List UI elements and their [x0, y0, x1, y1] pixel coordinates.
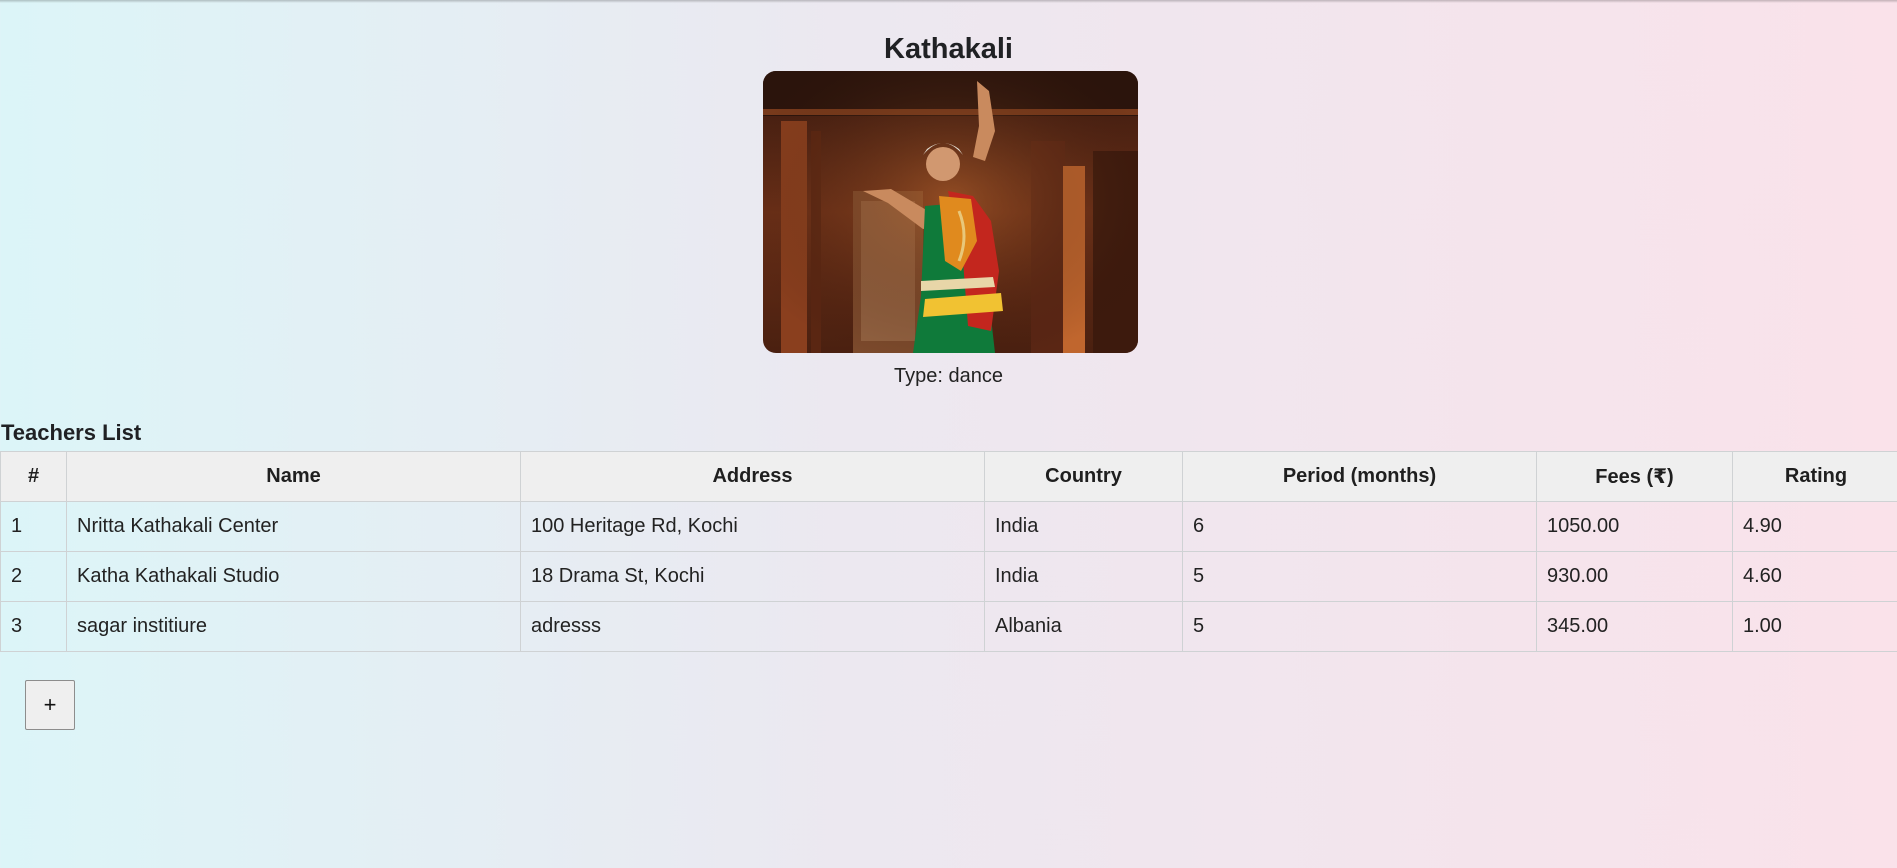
cell-period: 5 — [1182, 551, 1537, 602]
cell-period: 6 — [1182, 501, 1537, 552]
column-header-rating: Rating — [1732, 451, 1897, 502]
cell-fees: 1050.00 — [1536, 501, 1733, 552]
cell-period: 5 — [1182, 601, 1537, 652]
add-teacher-button[interactable]: + — [25, 680, 75, 730]
cell-address: 18 Drama St, Kochi — [520, 551, 985, 602]
cell-address: 100 Heritage Rd, Kochi — [520, 501, 985, 552]
cell-country: Albania — [984, 601, 1183, 652]
column-header-fees: Fees (₹) — [1536, 451, 1733, 502]
page-title: Kathakali — [884, 33, 1013, 65]
cell-country: India — [984, 501, 1183, 552]
top-shadow — [0, 0, 1897, 3]
table-header-row: # Name Address Country Period (months) F… — [0, 451, 1897, 502]
table-row: 2 Katha Kathakali Studio 18 Drama St, Ko… — [0, 551, 1897, 602]
cell-index: 1 — [0, 501, 67, 552]
cell-name: Nritta Kathakali Center — [66, 501, 521, 552]
column-header-country: Country — [984, 451, 1183, 502]
cell-name: sagar institiure — [66, 601, 521, 652]
table-row: 1 Nritta Kathakali Center 100 Heritage R… — [0, 501, 1897, 552]
teachers-list-heading: Teachers List — [1, 420, 142, 445]
column-header-name: Name — [66, 451, 521, 502]
cell-country: India — [984, 551, 1183, 602]
cell-rating: 4.60 — [1732, 551, 1897, 602]
cell-fees: 345.00 — [1536, 601, 1733, 652]
cell-name: Katha Kathakali Studio — [66, 551, 521, 602]
art-type-value: dance — [948, 365, 1003, 387]
cell-fees: 930.00 — [1536, 551, 1733, 602]
cell-rating: 1.00 — [1732, 601, 1897, 652]
column-header-period: Period (months) — [1182, 451, 1537, 502]
column-header-index: # — [0, 451, 67, 502]
table-row: 3 sagar institiure adresss Albania 5 345… — [0, 601, 1897, 652]
cell-index: 2 — [0, 551, 67, 602]
art-type-label: Type: — [894, 365, 943, 387]
cell-index: 3 — [0, 601, 67, 652]
cell-rating: 4.90 — [1732, 501, 1897, 552]
teachers-table: # Name Address Country Period (months) F… — [0, 451, 1897, 652]
art-type: Type: dance — [0, 364, 1897, 388]
dancer-photo — [763, 71, 1138, 353]
cell-address: adresss — [520, 601, 985, 652]
column-header-address: Address — [520, 451, 985, 502]
